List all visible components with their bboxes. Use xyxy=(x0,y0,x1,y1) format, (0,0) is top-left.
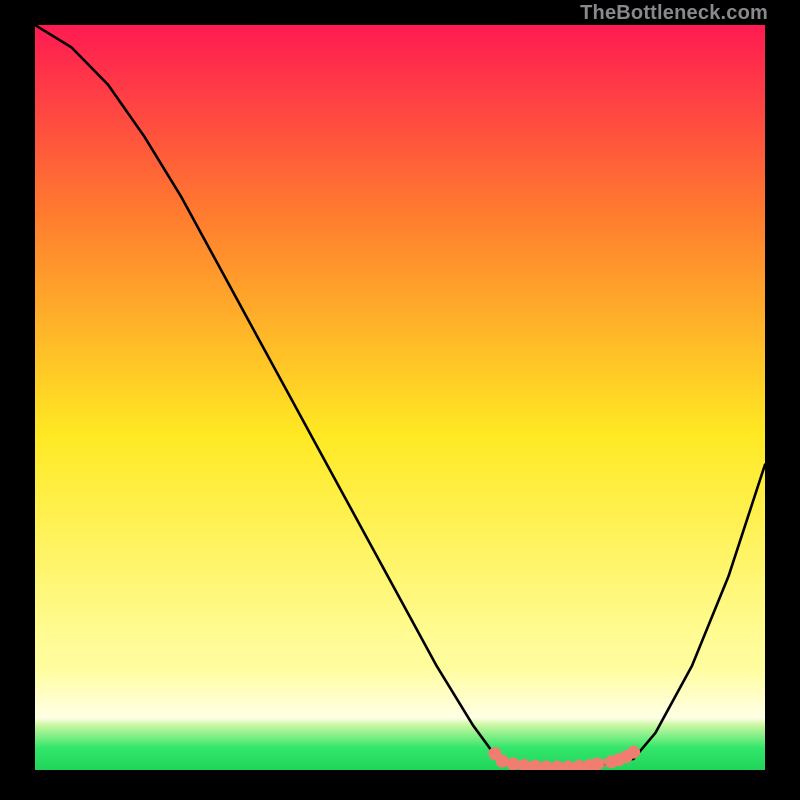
marker-dot xyxy=(496,755,508,767)
marker-dot xyxy=(551,761,563,770)
marker-dot xyxy=(628,746,640,758)
bottleneck-chart xyxy=(35,25,765,770)
marker-dot xyxy=(529,760,541,770)
marker-dot xyxy=(573,760,585,770)
marker-dot xyxy=(507,758,519,770)
marker-dot xyxy=(562,761,574,770)
plot-area xyxy=(35,25,765,770)
marker-dot xyxy=(518,760,530,771)
attribution-label: TheBottleneck.com xyxy=(580,2,768,25)
marker-dot xyxy=(591,758,603,770)
chart-container: TheBottleneck.com xyxy=(0,0,800,800)
marker-dot xyxy=(540,761,552,770)
